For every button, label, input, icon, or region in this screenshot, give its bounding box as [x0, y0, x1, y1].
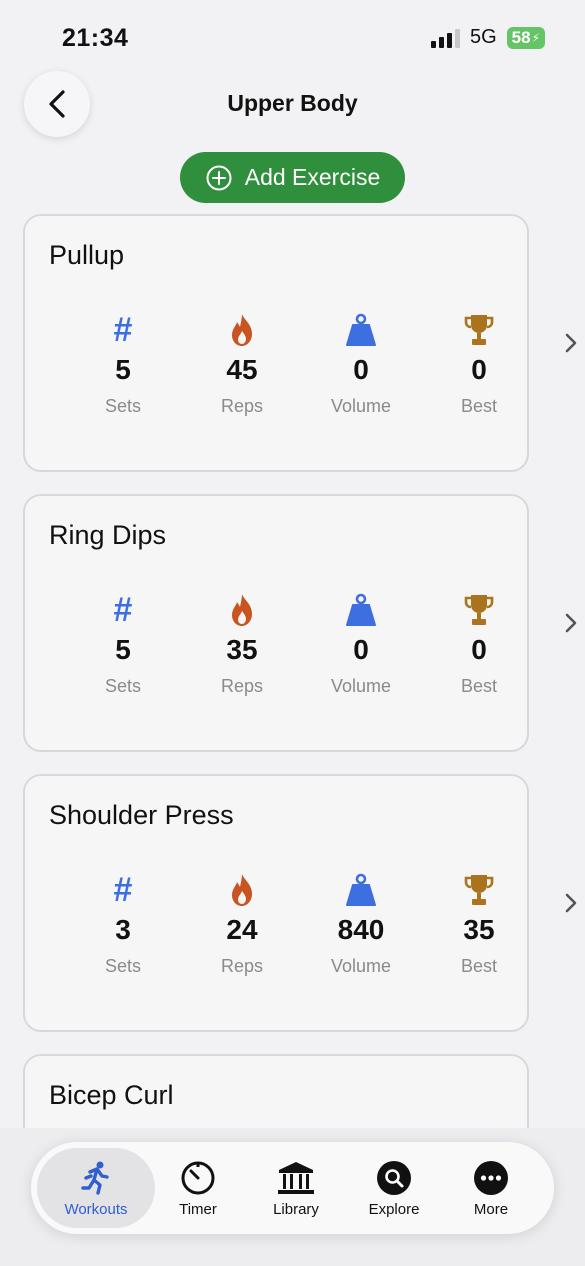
- chevron-right-icon[interactable]: [561, 611, 581, 635]
- running-person-icon: [81, 1161, 109, 1195]
- kettlebell-icon: [346, 873, 376, 906]
- stat-value: 0: [353, 634, 369, 665]
- stat-value: 5: [115, 354, 131, 385]
- trophy-icon: [464, 875, 494, 905]
- battery-icon: 58 ⚡: [506, 26, 545, 49]
- stat-label: Best: [460, 396, 498, 416]
- stat-reps: 35 Reps: [182, 592, 302, 697]
- stat-value: 35: [463, 914, 495, 945]
- exercise-card[interactable]: Shoulder Press #3 Sets 24 Reps 840 Volume 35 Bes…: [23, 774, 529, 1032]
- stat-value: 3: [115, 914, 131, 945]
- stat-label: Sets: [104, 676, 142, 696]
- stat-sets: #3 Sets: [63, 872, 183, 977]
- tab-label: Library: [273, 1200, 319, 1218]
- hash-icon: #: [113, 871, 133, 909]
- flame-icon: [232, 874, 252, 906]
- more-icon: [474, 1160, 508, 1195]
- stat-value: 840: [337, 914, 385, 945]
- chevron-right-icon[interactable]: [561, 331, 581, 355]
- exercise-name: Shoulder Press: [49, 800, 234, 830]
- library-icon: [278, 1161, 314, 1194]
- stat-label: Volume: [330, 676, 392, 696]
- kettlebell-icon: [346, 313, 376, 346]
- stat-value: 0: [471, 354, 487, 385]
- add-exercise-label: Add Exercise: [244, 164, 381, 190]
- stat-label: Sets: [104, 956, 142, 976]
- exercise-name: Ring Dips: [49, 520, 167, 550]
- stat-label: Sets: [104, 396, 142, 416]
- timer-icon: [181, 1161, 215, 1194]
- chevron-right-icon[interactable]: [561, 891, 581, 915]
- battery-level: 58: [511, 27, 531, 47]
- exercise-stats: #5 Sets 45 Reps 0 Volume 0 Best: [25, 312, 527, 432]
- exercise-card[interactable]: Pullup #5 Sets 45 Reps 0 Volume 0 Best: [23, 214, 529, 472]
- tab-label: Workouts: [64, 1200, 128, 1218]
- exercise-stats: #5 Sets 35 Reps 0 Volume 0 Best: [25, 592, 527, 712]
- trophy-icon: [464, 315, 494, 345]
- flame-icon: [232, 314, 252, 346]
- stat-volume: 0 Volume: [301, 312, 421, 417]
- stat-value: 5: [115, 634, 131, 665]
- stat-volume: 840 Volume: [301, 872, 421, 977]
- kettlebell-icon: [346, 593, 376, 626]
- stat-volume: 0 Volume: [301, 592, 421, 697]
- exercise-stats: #3 Sets 24 Reps 840 Volume 35 Best: [25, 872, 527, 992]
- plus-circle-icon: [206, 165, 232, 190]
- exercise-card[interactable]: Ring Dips #5 Sets 35 Reps 0 Volume 0 Best: [23, 494, 529, 752]
- search-icon: [377, 1160, 411, 1195]
- add-exercise-button[interactable]: Add Exercise: [180, 152, 405, 203]
- stat-value: 24: [226, 914, 258, 945]
- status-time: 21:34: [62, 24, 129, 52]
- tab-workouts[interactable]: Workouts: [37, 1148, 155, 1228]
- stat-label: Best: [460, 956, 498, 976]
- stat-label: Volume: [330, 396, 392, 416]
- stat-best: 0 Best: [419, 592, 539, 697]
- stat-label: Reps: [220, 956, 264, 976]
- exercise-name: Pullup: [49, 240, 125, 270]
- stat-sets: #5 Sets: [63, 592, 183, 697]
- network-label: 5G: [469, 26, 497, 48]
- hash-icon: #: [113, 591, 133, 629]
- hash-icon: #: [113, 311, 133, 349]
- stat-best: 0 Best: [419, 312, 539, 417]
- exercise-name: Bicep Curl: [49, 1080, 174, 1110]
- signal-icon: [430, 28, 460, 48]
- stat-value: 35: [226, 634, 258, 665]
- tab-bar: Workouts Timer Library Explore More: [31, 1142, 554, 1234]
- tab-more[interactable]: More: [432, 1148, 550, 1228]
- stat-value: 0: [353, 354, 369, 385]
- stat-value: 45: [226, 354, 258, 385]
- stat-label: Reps: [220, 676, 264, 696]
- flame-icon: [232, 594, 252, 626]
- stat-value: 0: [471, 634, 487, 665]
- stat-sets: #5 Sets: [63, 312, 183, 417]
- stat-label: Best: [460, 676, 498, 696]
- stat-reps: 24 Reps: [182, 872, 302, 977]
- stat-reps: 45 Reps: [182, 312, 302, 417]
- stat-label: Volume: [330, 956, 392, 976]
- status-indicators: 5G 58 ⚡: [430, 26, 545, 49]
- tab-label: Timer: [179, 1200, 217, 1218]
- page-title: Upper Body: [227, 90, 358, 116]
- tab-label: More: [473, 1200, 509, 1218]
- tab-label: Explore: [368, 1200, 420, 1218]
- stat-best: 35 Best: [419, 872, 539, 977]
- stat-label: Reps: [220, 396, 264, 416]
- trophy-icon: [464, 595, 494, 625]
